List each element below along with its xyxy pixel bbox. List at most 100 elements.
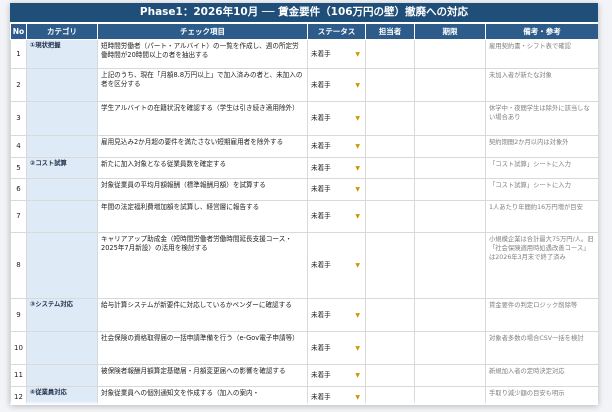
table-row: 6 対象従業員の平均月額報酬（標準報酬月額）を試算する 未着手 ▼ 「コスト試算」…	[10, 178, 598, 201]
dropdown-arrow-icon[interactable]: ▼	[355, 142, 360, 151]
category-cell[interactable]	[26, 232, 98, 299]
status-value: 未着手	[311, 80, 331, 89]
check-item-cell[interactable]: 雇用見込み2か月超の要件を満たさない短期雇用者を除外する	[97, 135, 308, 158]
due-cell[interactable]	[414, 364, 486, 387]
owner-cell[interactable]	[365, 39, 415, 69]
row-number[interactable]: 6	[10, 178, 27, 201]
category-cell[interactable]: ①現状把握	[26, 39, 98, 69]
owner-cell[interactable]	[365, 232, 415, 299]
category-cell[interactable]	[26, 135, 98, 158]
header-item[interactable]: チェック項目	[97, 23, 308, 40]
note-cell[interactable]: 未加入者が新たな対象	[485, 68, 598, 102]
owner-cell[interactable]	[365, 157, 415, 179]
status-dropdown[interactable]: 未着手 ▼	[307, 39, 366, 69]
dropdown-arrow-icon[interactable]: ▼	[355, 371, 360, 380]
row-number[interactable]: 1	[10, 39, 27, 69]
owner-cell[interactable]	[365, 200, 415, 233]
dropdown-arrow-icon[interactable]: ▼	[355, 164, 360, 173]
header-note[interactable]: 備考・参考	[485, 23, 598, 40]
dropdown-arrow-icon[interactable]: ▼	[355, 311, 360, 320]
check-item-cell[interactable]: 年間の法定福利費増加額を試算し、経営層に報告する	[97, 200, 308, 233]
check-item-cell[interactable]: 給与計算システムが新要件に対応しているかベンダーに確認する	[97, 298, 308, 332]
owner-cell[interactable]	[365, 135, 415, 158]
due-cell[interactable]	[414, 298, 486, 332]
status-dropdown[interactable]: 未着手 ▼	[307, 200, 366, 233]
note-cell[interactable]: 新規加入者の定時決定対応	[485, 364, 598, 387]
checklist-table: No カテゴリ チェック項目 ステータス 担当者 期限 備考・参考 1 ①現状把…	[10, 23, 598, 405]
owner-cell[interactable]	[365, 364, 415, 387]
note-cell[interactable]: 賃金要件の判定ロジック削除等	[485, 298, 598, 332]
header-due[interactable]: 期限	[414, 23, 486, 40]
dropdown-arrow-icon[interactable]: ▼	[355, 114, 360, 123]
status-dropdown[interactable]: 未着手 ▼	[307, 101, 366, 136]
category-cell[interactable]	[26, 178, 98, 201]
row-number[interactable]: 9	[10, 298, 27, 332]
status-dropdown[interactable]: 未着手 ▼	[307, 298, 366, 332]
note-cell[interactable]: 「コスト試算」シートに入力	[485, 178, 598, 201]
dropdown-arrow-icon[interactable]: ▼	[355, 212, 360, 221]
due-cell[interactable]	[414, 101, 486, 136]
status-dropdown[interactable]: 未着手 ▼	[307, 178, 366, 201]
due-cell[interactable]	[414, 232, 486, 299]
note-cell[interactable]: 小規模企業は合計最大75万円/人。旧「社会保険適用時処遇改善コース」は2026年…	[485, 232, 598, 299]
note-cell[interactable]: 休学中・夜間学生は除外に該当しない場合あり	[485, 101, 598, 136]
row-number[interactable]: 7	[10, 200, 27, 233]
header-status[interactable]: ステータス	[307, 23, 366, 40]
row-number[interactable]: 4	[10, 135, 27, 158]
owner-cell[interactable]	[365, 178, 415, 201]
due-cell[interactable]	[414, 200, 486, 233]
check-item-cell[interactable]: 対象従業員の平均月額報酬（標準報酬月額）を試算する	[97, 178, 308, 201]
row-number[interactable]: 8	[10, 232, 27, 299]
note-cell[interactable]: 雇用契約書・シフト表で確認	[485, 39, 598, 69]
due-cell[interactable]	[414, 135, 486, 158]
row-number[interactable]: 2	[10, 68, 27, 102]
header-no[interactable]: No	[10, 23, 27, 40]
status-dropdown[interactable]: 未着手 ▼	[307, 364, 366, 387]
check-item-cell[interactable]: 新たに加入対象となる従業員数を確定する	[97, 157, 308, 179]
due-cell[interactable]	[414, 157, 486, 179]
category-cell[interactable]	[26, 200, 98, 233]
status-dropdown[interactable]: 未着手 ▼	[307, 232, 366, 299]
check-item-cell[interactable]: キャリアアップ助成金（短時間労働者労働時間延長支援コース・2025年7月新設）の…	[97, 232, 308, 299]
dropdown-arrow-icon[interactable]: ▼	[355, 261, 360, 270]
check-item-cell[interactable]: 上記のうち、現在「月額8.8万円以上」で加入済みの者と、未加入の者を区分する	[97, 68, 308, 102]
note-cell[interactable]: 1人あたり年間約16万円増が目安	[485, 200, 598, 233]
category-cell[interactable]	[26, 68, 98, 102]
dropdown-arrow-icon[interactable]: ▼	[355, 81, 360, 90]
note-cell[interactable]: 契約期間2か月以内は対象外	[485, 135, 598, 158]
header-owner[interactable]: 担当者	[365, 23, 415, 40]
due-cell[interactable]	[414, 178, 486, 201]
status-value: 未着手	[311, 49, 331, 58]
status-dropdown[interactable]: 未着手 ▼	[307, 331, 366, 365]
note-cell[interactable]: 「コスト試算」シートに入力	[485, 157, 598, 179]
check-item-cell[interactable]: 社会保険の資格取得届の一括申請準備を行う（e-Gov電子申請等）	[97, 331, 308, 365]
category-cell[interactable]: ③システム対応	[26, 298, 98, 332]
category-cell[interactable]	[26, 364, 98, 387]
owner-cell[interactable]	[365, 68, 415, 102]
category-cell[interactable]	[26, 331, 98, 365]
dropdown-arrow-icon[interactable]: ▼	[355, 50, 360, 59]
header-category[interactable]: カテゴリ	[26, 23, 98, 40]
due-cell[interactable]	[414, 68, 486, 102]
row-number[interactable]: 10	[10, 331, 27, 365]
status-dropdown[interactable]: 未着手 ▼	[307, 135, 366, 158]
category-cell[interactable]: ②コスト試算	[26, 157, 98, 179]
category-cell[interactable]	[26, 101, 98, 136]
due-cell[interactable]	[414, 331, 486, 365]
dropdown-arrow-icon[interactable]: ▼	[355, 185, 360, 194]
owner-cell[interactable]	[365, 331, 415, 365]
owner-cell[interactable]	[365, 101, 415, 136]
sheet-title: Phase1：2026年10月 ── 賃金要件（106万円の壁）撤廃への対応	[10, 3, 598, 23]
check-item-cell[interactable]: 短時間労働者（パート・アルバイト）の一覧を作成し、週の所定労働時間が20時間以上…	[97, 39, 308, 69]
row-number[interactable]: 11	[10, 364, 27, 387]
row-number[interactable]: 5	[10, 157, 27, 179]
check-item-cell[interactable]: 学生アルバイトの在籍状況を確認する（学生は引き続き適用除外）	[97, 101, 308, 136]
row-number[interactable]: 3	[10, 101, 27, 136]
dropdown-arrow-icon[interactable]: ▼	[355, 344, 360, 353]
check-item-cell[interactable]: 被保険者報酬月額算定基礎届・月額変更届への影響を確認する	[97, 364, 308, 387]
due-cell[interactable]	[414, 39, 486, 69]
status-dropdown[interactable]: 未着手 ▼	[307, 68, 366, 102]
status-dropdown[interactable]: 未着手 ▼	[307, 157, 366, 179]
owner-cell[interactable]	[365, 298, 415, 332]
note-cell[interactable]: 対象者多数の場合CSV一括を検討	[485, 331, 598, 365]
